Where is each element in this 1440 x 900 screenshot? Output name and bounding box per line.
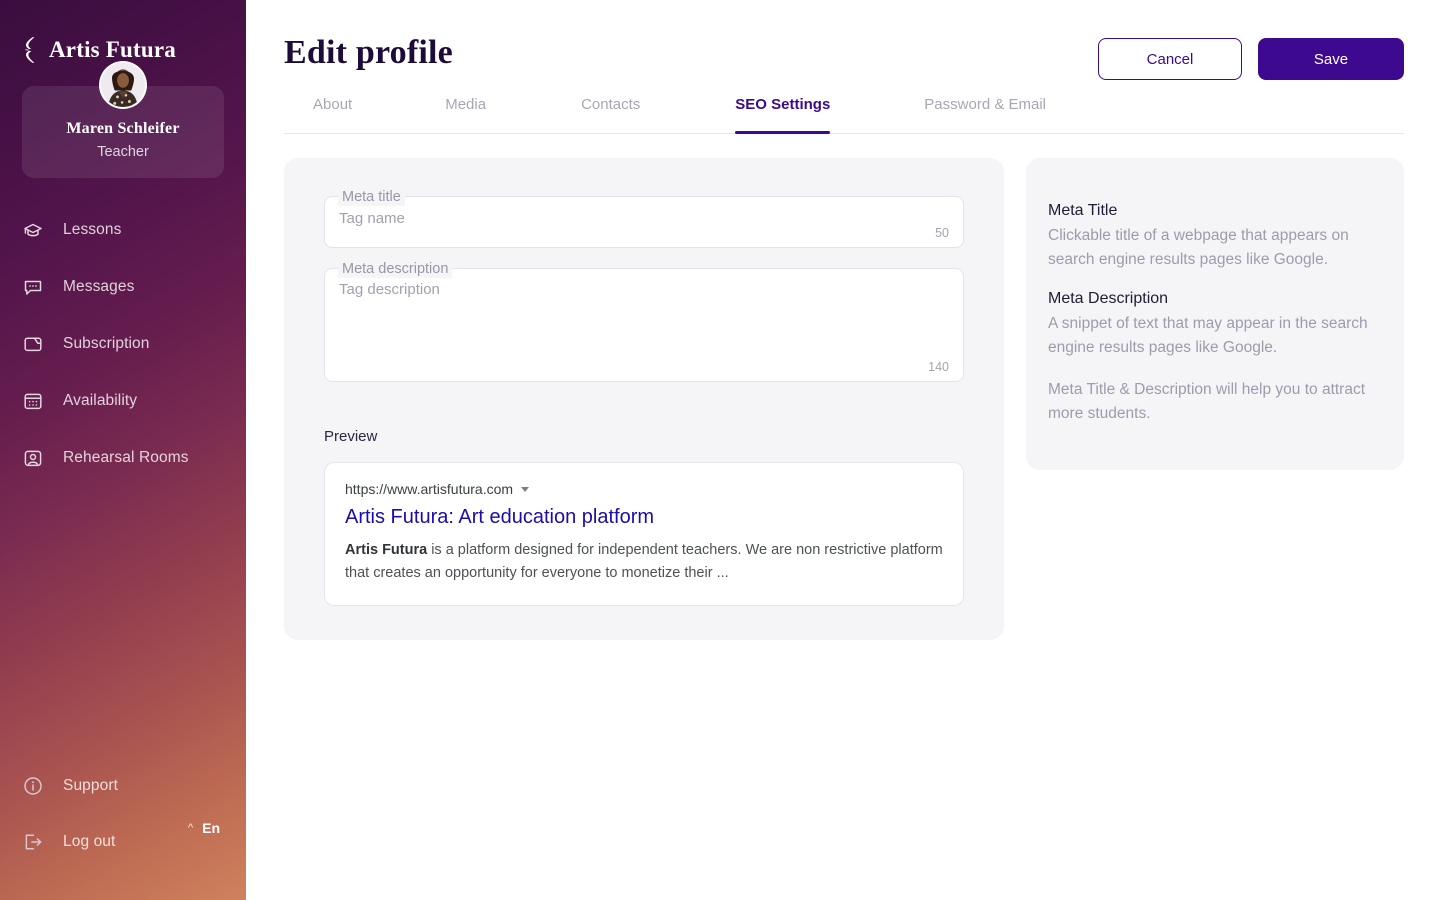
profile-name: Maren Schleifer [66, 120, 180, 137]
serp-preview-card: https://www.artisfutura.com Artis Futura… [324, 462, 964, 606]
sidebar-item-label: Subscription [63, 335, 150, 352]
sidebar-item-label: Messages [63, 278, 135, 295]
sidebar-item-label: Log out [63, 833, 116, 850]
info-meta-description-text: A snippet of text that may appear in the… [1048, 315, 1368, 356]
preview-url: https://www.artisfutura.com [345, 481, 514, 497]
user-square-icon [22, 447, 44, 469]
chat-bubble-icon [22, 276, 44, 298]
lightning-bolt-icon [24, 37, 35, 63]
info-meta-title-text: Clickable title of a webpage that appear… [1048, 227, 1349, 268]
sidebar-item-label: Support [63, 777, 118, 794]
user-photo-avatar [101, 63, 145, 107]
preview-label: Preview [324, 428, 378, 445]
tab-about[interactable]: About [313, 96, 352, 133]
sidebar-item-label: Availability [63, 392, 138, 409]
info-circle-icon [22, 775, 44, 797]
logout-arrow-icon [22, 831, 44, 853]
profile-tabs: About Media Contacts SEO Settings Passwo… [284, 96, 1404, 134]
preview-description: Artis Futura is a platform designed for … [345, 539, 943, 585]
seo-form-card: Meta title Tag name 50 Meta description … [284, 158, 1004, 640]
tab-contacts[interactable]: Contacts [581, 96, 640, 133]
preview-description-bold: Artis Futura [345, 542, 428, 558]
app-root: Artis Futura Maren Schleifer Teacher Les… [0, 0, 1440, 900]
meta-description-placeholder: Tag description [339, 281, 440, 298]
sidebar-bottom: Support Log out ^ En [0, 766, 246, 878]
header-actions: Cancel Save [1098, 38, 1404, 80]
wallet-icon [22, 333, 44, 355]
meta-description-counter: 140 [928, 360, 949, 374]
sidebar-item-support[interactable]: Support [22, 766, 246, 806]
calendar-icon [22, 390, 44, 412]
meta-description-field: Meta description Tag description 140 [324, 260, 964, 382]
main-content: Edit profile Cancel Save About Media Con… [246, 0, 1440, 900]
meta-title-field: Meta title Tag name 50 [324, 188, 964, 248]
sidebar-item-availability[interactable]: Availability [22, 381, 246, 421]
language-code: En [202, 820, 220, 836]
info-meta-title-heading: Meta Title [1048, 202, 1118, 219]
sidebar-item-subscription[interactable]: Subscription [22, 324, 246, 364]
sidebar-item-label: Rehearsal Rooms [63, 449, 189, 466]
preview-description-rest: is a platform designed for independent t… [345, 542, 943, 581]
chevron-up-icon: ^ [187, 821, 194, 834]
preview-url-row: https://www.artisfutura.com [345, 481, 943, 497]
preview-title[interactable]: Artis Futura: Art education platform [345, 504, 943, 530]
info-note: Meta Title & Description will help you t… [1048, 381, 1366, 422]
page-title: Edit profile [284, 34, 453, 71]
sidebar-item-lessons[interactable]: Lessons [22, 210, 246, 250]
meta-title-placeholder: Tag name [339, 210, 405, 227]
profile-role: Teacher [97, 144, 149, 160]
meta-title-label: Meta title [338, 188, 405, 206]
sidebar-item-label: Lessons [63, 221, 122, 238]
sidebar-item-messages[interactable]: Messages [22, 267, 246, 307]
tab-media[interactable]: Media [445, 96, 486, 133]
brand-logo[interactable]: Artis Futura [0, 0, 246, 64]
meta-title-input[interactable]: Meta title Tag name 50 [324, 188, 964, 248]
info-meta-description-heading: Meta Description [1048, 290, 1169, 307]
sidebar-item-rehearsal-rooms[interactable]: Rehearsal Rooms [22, 438, 246, 478]
cancel-button[interactable]: Cancel [1098, 38, 1242, 80]
seo-settings-panel: Meta title Tag name 50 Meta description … [284, 158, 1404, 640]
sidebar-nav: Lessons Messages Subscription Availabili… [0, 210, 246, 478]
seo-info-card: Meta Title Clickable title of a webpage … [1026, 158, 1404, 470]
sidebar: Artis Futura Maren Schleifer Teacher Les… [0, 0, 246, 900]
meta-description-input[interactable]: Meta description Tag description 140 [324, 260, 964, 382]
page-header: Edit profile Cancel Save [284, 0, 1404, 96]
meta-description-label: Meta description [338, 260, 453, 278]
language-switcher[interactable]: ^ En [188, 820, 220, 836]
sidebar-profile[interactable]: Maren Schleifer Teacher [22, 61, 224, 178]
brand-name: Artis Futura [49, 37, 176, 62]
meta-title-counter: 50 [935, 226, 949, 240]
tab-seo-settings[interactable]: SEO Settings [735, 96, 831, 134]
tab-password-email[interactable]: Password & Email [924, 96, 1046, 133]
avatar [99, 61, 147, 109]
save-button[interactable]: Save [1258, 38, 1404, 80]
graduation-cap-icon [22, 219, 44, 241]
chevron-down-icon[interactable] [521, 486, 530, 492]
